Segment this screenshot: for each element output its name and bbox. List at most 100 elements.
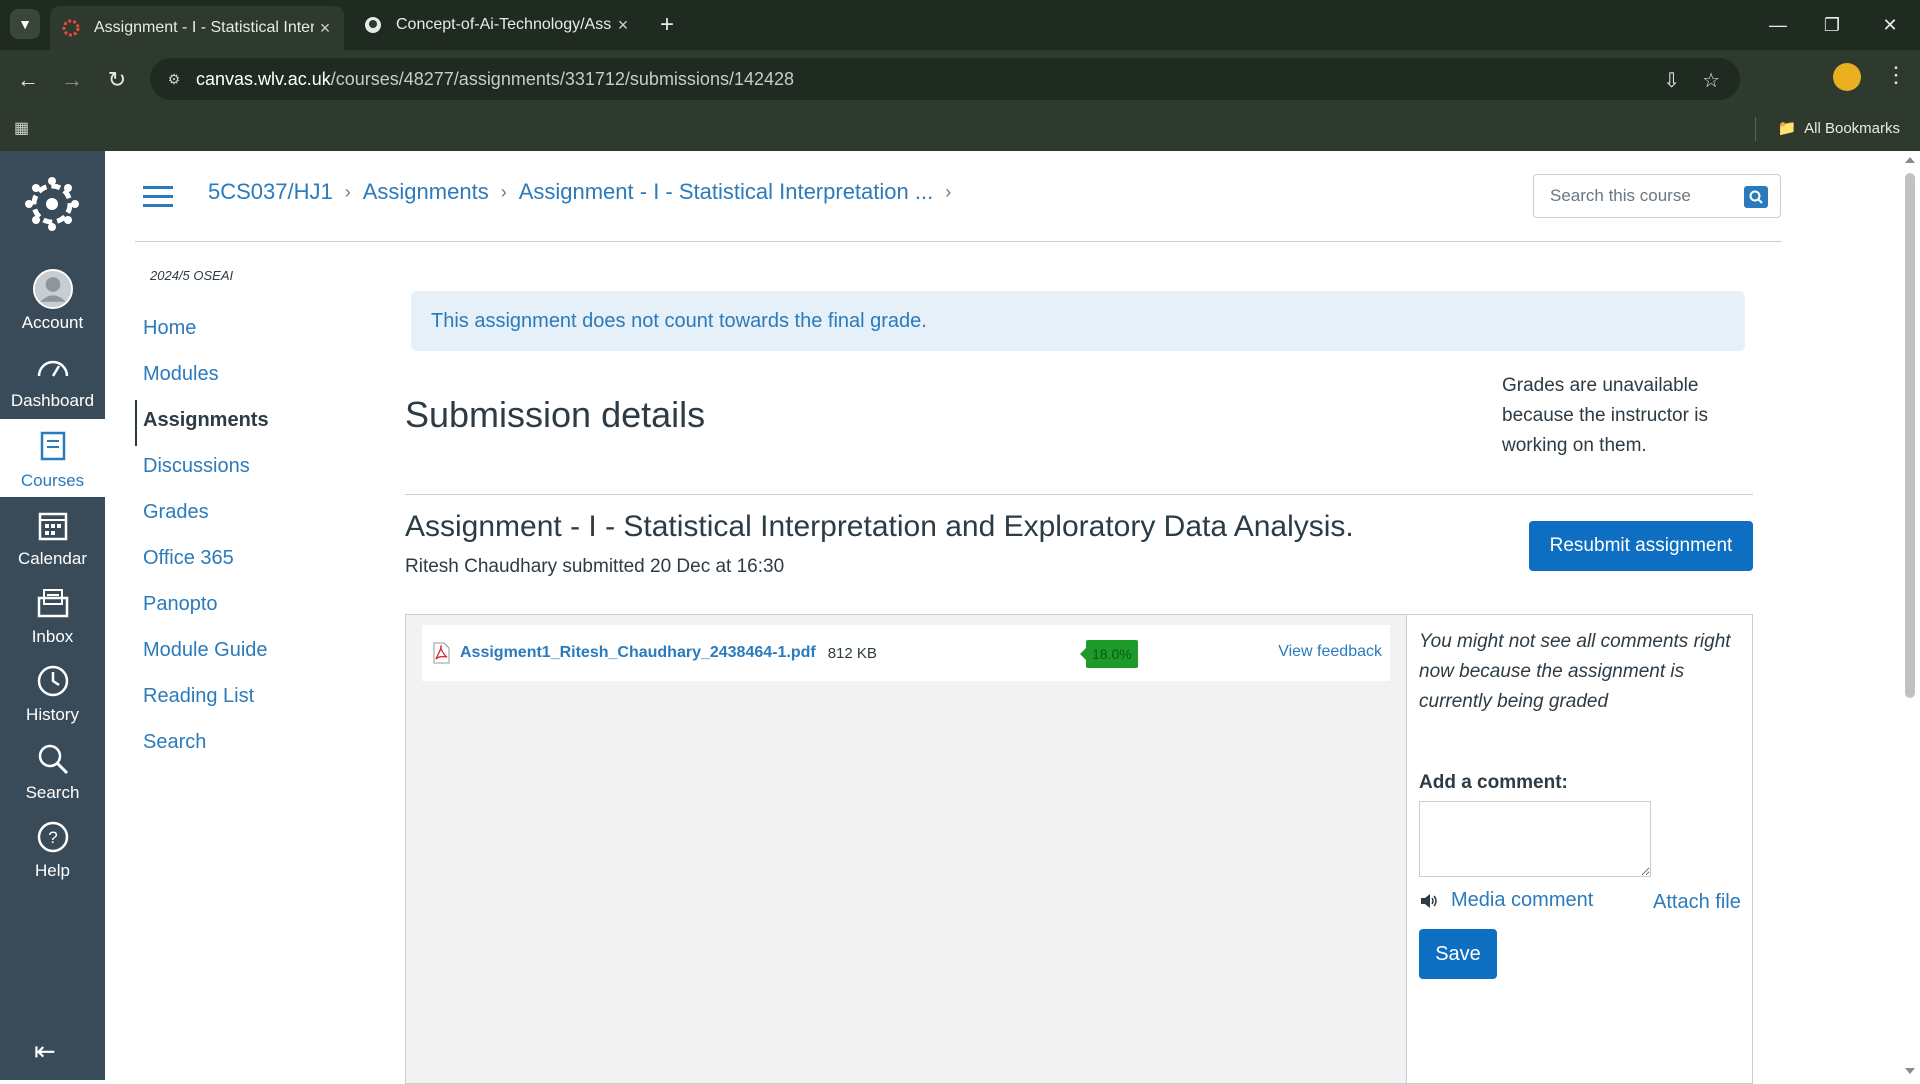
calendar-icon (33, 505, 73, 545)
course-nav-search[interactable]: Search (135, 722, 375, 768)
attach-file-link[interactable]: Attach file (1653, 891, 1741, 914)
tab-search-button[interactable]: ▼ (10, 9, 40, 39)
browser-tab-bar: ▼ Assignment - I - Statistical Inter × C… (0, 0, 1920, 50)
speaker-icon (1421, 893, 1437, 908)
breadcrumb-assignments[interactable]: Assignments (363, 179, 489, 205)
course-nav-module-guide[interactable]: Module Guide (135, 630, 375, 676)
score-badge: 18.0% (1080, 640, 1138, 668)
dashboard-icon (33, 347, 73, 387)
course-nav-assignments[interactable]: Assignments (135, 400, 375, 446)
github-icon (364, 16, 382, 34)
profile-avatar[interactable] (1833, 63, 1861, 91)
forward-icon[interactable]: → (56, 64, 88, 96)
apps-grid-icon[interactable]: ▦ (14, 118, 34, 138)
gnav-search[interactable]: Search (0, 731, 105, 809)
course-nav-grades[interactable]: Grades (135, 492, 375, 538)
bookmarks-bar: ▦ 📁 All Bookmarks (0, 108, 1920, 151)
close-tab-icon[interactable]: × (612, 14, 634, 36)
breadcrumb: 5CS037/HJ1 › Assignments › Assignment - … (208, 179, 963, 205)
comment-textarea[interactable] (1419, 801, 1651, 877)
close-tab-icon[interactable]: × (314, 17, 336, 39)
all-bookmarks-button[interactable]: 📁 All Bookmarks (1755, 117, 1900, 141)
breadcrumb-assignment[interactable]: Assignment - I - Statistical Interpretat… (519, 179, 934, 205)
course-nav-panopto[interactable]: Panopto (135, 584, 375, 630)
folder-icon: 📁 (1777, 120, 1797, 137)
tab-github[interactable]: Concept-of-Ai-Technology/Assi × (352, 7, 642, 43)
gnav-account[interactable]: Account (0, 261, 105, 339)
pdf-file-icon (433, 642, 450, 664)
install-app-icon[interactable]: ⇩ (1663, 68, 1680, 93)
collapse-nav-icon[interactable]: ⇤ (34, 1036, 56, 1067)
restore-icon[interactable]: ❐ (1812, 10, 1852, 40)
gnav-inbox[interactable]: Inbox (0, 575, 105, 653)
all-bookmarks-label: All Bookmarks (1804, 119, 1900, 137)
course-nav-home[interactable]: Home (135, 308, 375, 354)
browser-toolbar: ← → ↻ ⚙ canvas.wlv.ac.uk/courses/48277/a… (0, 50, 1920, 108)
scroll-down-arrow-icon[interactable] (1905, 1068, 1915, 1074)
browser-menu-icon[interactable]: ⋮ (1885, 62, 1907, 88)
breadcrumb-course[interactable]: 5CS037/HJ1 (208, 179, 333, 205)
address-bar[interactable]: ⚙ canvas.wlv.ac.uk/courses/48277/assignm… (150, 58, 1740, 100)
divider (405, 494, 1753, 495)
tab-title: Concept-of-Ai-Technology/Assi (396, 16, 612, 33)
search-submit-button[interactable] (1744, 186, 1768, 208)
submission-info: Ritesh Chaudhary submitted 20 Dec at 16:… (405, 556, 785, 577)
media-comment-link[interactable]: Media comment (1419, 889, 1593, 912)
assignment-title: Assignment - I - Statistical Interpretat… (405, 510, 1354, 543)
inbox-icon (33, 583, 73, 623)
gnav-calendar[interactable]: Calendar (0, 497, 105, 575)
course-nav-discussions[interactable]: Discussions (135, 446, 375, 492)
tab-assignment[interactable]: Assignment - I - Statistical Inter × (50, 6, 344, 50)
gnav-dashboard[interactable]: Dashboard (0, 339, 105, 417)
gnav-history[interactable]: History (0, 653, 105, 731)
courses-icon (33, 427, 73, 467)
site-info-icon[interactable]: ⚙ (162, 67, 186, 91)
back-icon[interactable]: ← (12, 64, 44, 96)
hamburger-menu-icon[interactable] (143, 186, 173, 208)
account-icon (32, 269, 73, 309)
search-icon (33, 739, 73, 779)
file-list: Assigment1_Ritesh_Chaudhary_2438464-1.pd… (406, 615, 1406, 1083)
save-comment-button[interactable]: Save (1419, 929, 1497, 979)
bookmark-star-icon[interactable]: ☆ (1702, 68, 1720, 93)
divider (1755, 117, 1757, 141)
submission-panel: Assigment1_Ritesh_Chaudhary_2438464-1.pd… (405, 614, 1753, 1084)
scrollbar-thumb[interactable] (1905, 173, 1915, 698)
close-window-icon[interactable]: ✕ (1870, 10, 1910, 40)
page-title: Submission details (405, 394, 706, 435)
course-navigation: 2024/5 OSEAI Home Modules Assignments Di… (135, 268, 375, 768)
scroll-up-arrow-icon[interactable] (1905, 157, 1915, 163)
history-icon (33, 661, 73, 701)
course-nav-reading-list[interactable]: Reading List (135, 676, 375, 722)
view-feedback-link[interactable]: View feedback (1278, 643, 1382, 661)
file-name-link[interactable]: Assigment1_Ritesh_Chaudhary_2438464-1.pd… (460, 644, 816, 662)
new-tab-button[interactable]: + (652, 10, 682, 40)
course-header: 5CS037/HJ1 › Assignments › Assignment - … (135, 151, 1782, 242)
reload-icon[interactable]: ↻ (101, 64, 133, 96)
help-icon: ? (33, 817, 73, 857)
resubmit-assignment-button[interactable]: Resubmit assignment (1529, 521, 1753, 571)
tab-title: Assignment - I - Statistical Inter (94, 19, 314, 36)
chevron-right-icon: › (945, 181, 952, 202)
add-comment-label: Add a comment: (1419, 772, 1568, 793)
search-icon (1749, 190, 1763, 204)
canvas-favicon-icon (62, 19, 80, 37)
course-nav-modules[interactable]: Modules (135, 354, 375, 400)
course-search (1533, 174, 1781, 218)
gnav-courses[interactable]: Courses (0, 419, 105, 497)
url-text: canvas.wlv.ac.uk/courses/48277/assignmen… (196, 68, 795, 89)
gnav-help[interactable]: ? Help (0, 809, 105, 887)
chevron-right-icon: › (344, 181, 351, 202)
search-course-input[interactable] (1548, 185, 1742, 207)
course-nav-office365[interactable]: Office 365 (135, 538, 375, 584)
page-scrollbar[interactable] (1900, 151, 1920, 1080)
canvas-logo-icon[interactable] (24, 176, 80, 232)
file-size: 812 KB (827, 644, 877, 662)
chevron-right-icon: › (500, 181, 507, 202)
svg-text:?: ? (48, 828, 57, 847)
comments-panel: You might not see all comments right now… (1406, 615, 1753, 1083)
term-label: 2024/5 OSEAI (150, 268, 234, 283)
file-row: Assigment1_Ritesh_Chaudhary_2438464-1.pd… (422, 625, 1390, 681)
grade-unavailable-note: Grades are unavailable because the instr… (1502, 375, 1708, 456)
minimize-icon[interactable]: — (1758, 10, 1798, 40)
